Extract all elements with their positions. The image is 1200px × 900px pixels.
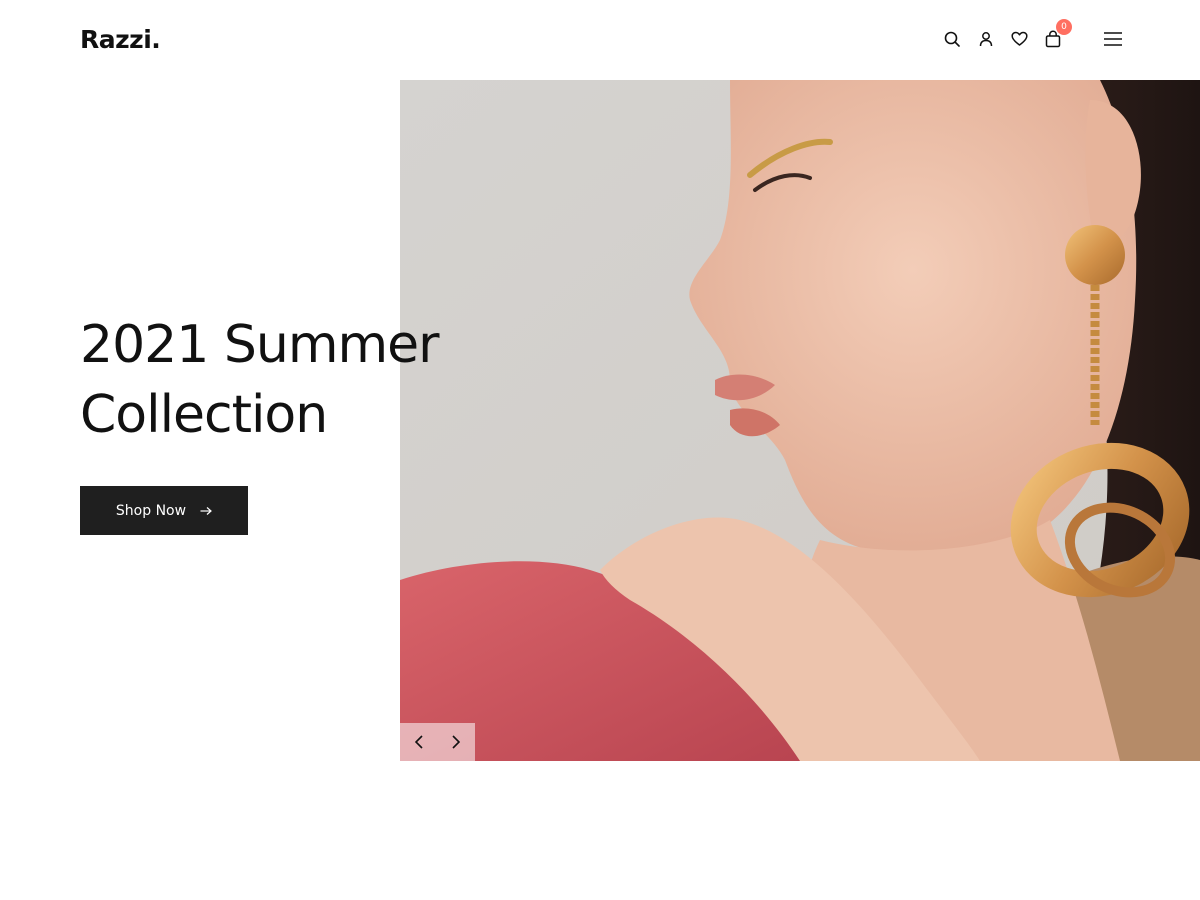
slider-next-button[interactable] (437, 723, 474, 761)
hero-title: 2021 Summer Collection (80, 310, 460, 450)
cart-count-badge: 0 (1056, 19, 1072, 35)
slider-prev-button[interactable] (400, 723, 437, 761)
hero-slider: 2021 Summer Collection Shop Now (0, 80, 1200, 761)
slider-navigation (400, 723, 475, 761)
site-header: Razzi. 0 (0, 0, 1200, 80)
chevron-left-icon (414, 735, 423, 749)
menu-button[interactable] (1099, 25, 1127, 53)
account-button[interactable] (972, 25, 1000, 53)
shop-now-button[interactable]: Shop Now (80, 486, 248, 535)
hero-title-line-2: Collection (80, 385, 328, 445)
site-logo[interactable]: Razzi. (80, 24, 161, 56)
heart-icon (1010, 31, 1028, 46)
wishlist-button[interactable] (1005, 25, 1033, 53)
user-icon (979, 32, 993, 47)
hero-title-line-1: 2021 Summer (80, 315, 440, 375)
chevron-right-icon (451, 735, 460, 749)
search-button[interactable] (938, 25, 966, 53)
page: Razzi. 0 2021 Summer Collection Shop Now (0, 0, 1200, 900)
search-icon (944, 31, 960, 47)
cart-button[interactable]: 0 (1039, 19, 1072, 53)
hero-image (400, 80, 1200, 761)
shop-now-label: Shop Now (115, 502, 187, 519)
arrow-right-icon (200, 506, 212, 515)
menu-icon (1104, 32, 1122, 46)
